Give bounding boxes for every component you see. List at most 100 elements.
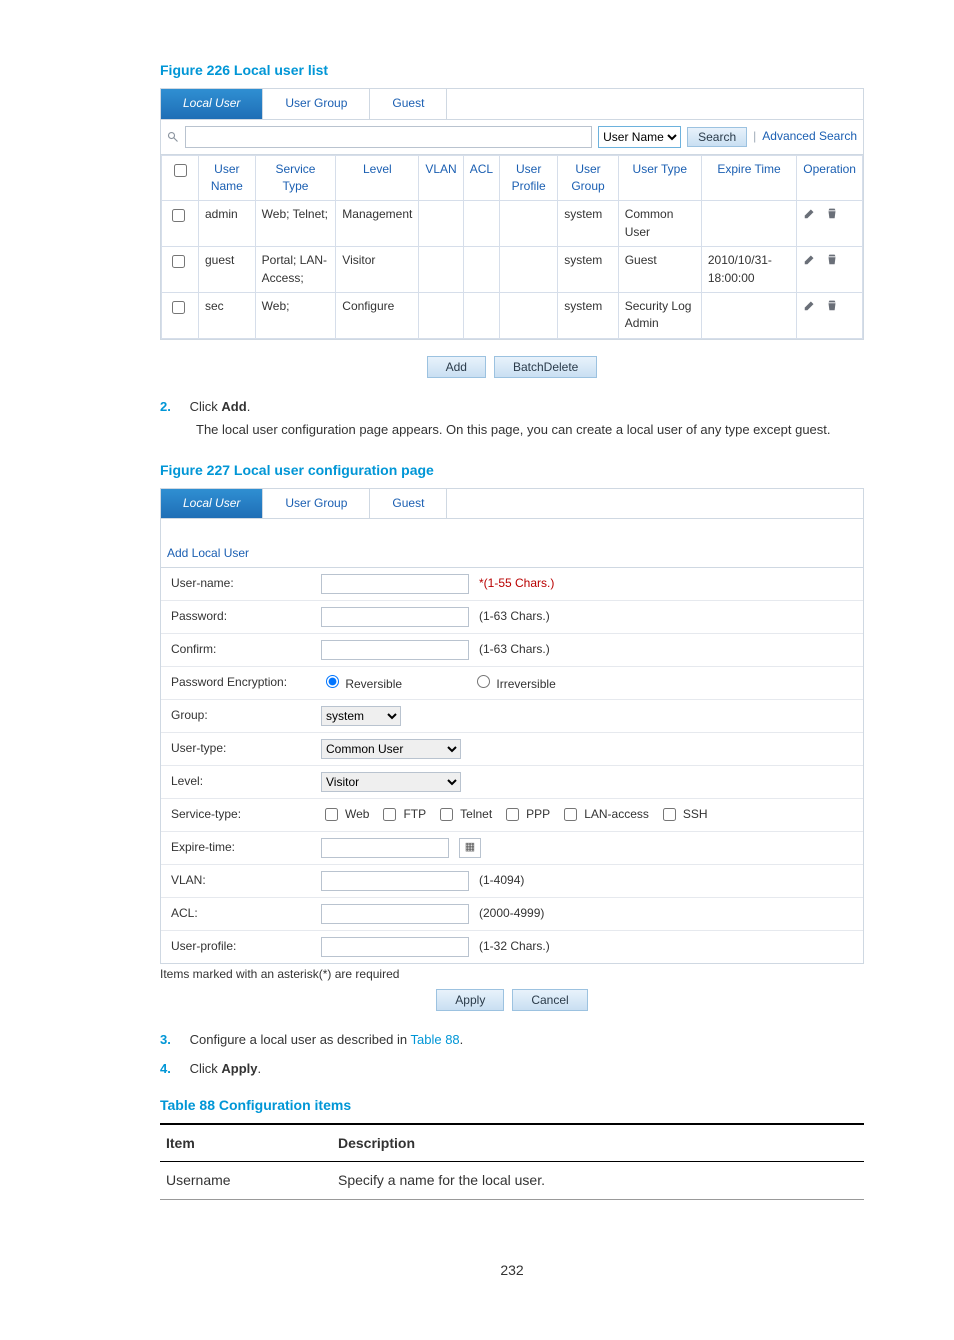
cell-expire (701, 201, 796, 247)
add-button[interactable]: Add (427, 356, 486, 378)
tab-user-group[interactable]: User Group (263, 89, 370, 118)
tab-local-user[interactable]: Local User (161, 89, 263, 118)
svc-ftp-text: FTP (403, 806, 426, 823)
figure-227-caption: Figure 227 Local user configuration page (160, 460, 864, 480)
batch-delete-button[interactable]: BatchDelete (494, 356, 597, 378)
table-88-caption: Table 88 Configuration items (160, 1095, 864, 1115)
cell-level: Configure (336, 293, 419, 339)
cell-group: system (558, 201, 618, 247)
service-web[interactable]: Web (321, 805, 369, 824)
cell-service: Portal; LAN-Access; (255, 247, 336, 293)
irreversible-text: Irreversible (496, 677, 555, 691)
expire-label: Expire-time: (171, 839, 321, 856)
advanced-search-link[interactable]: Advanced Search (762, 128, 857, 145)
confirm-hint: (1-63 Chars.) (479, 641, 550, 658)
config-items-table: Item Description Username Specify a name… (160, 1123, 864, 1200)
cell-operation (797, 247, 863, 293)
expire-input[interactable] (321, 838, 449, 858)
th-acl: ACL (463, 155, 499, 201)
service-ssh[interactable]: SSH (659, 805, 708, 824)
confirm-input[interactable] (321, 640, 469, 660)
level-label: Level: (171, 773, 321, 790)
trash-icon[interactable] (825, 298, 839, 312)
step-3: 3. Configure a local user as described i… (160, 1031, 864, 1050)
username-label: User-name: (171, 575, 321, 592)
usertype-select[interactable]: Common User (321, 739, 461, 759)
step-2-desc: The local user configuration page appear… (196, 421, 864, 440)
irreversible-option[interactable]: Irreversible (472, 672, 556, 693)
th-level: Level (336, 155, 419, 201)
step-4-number: 4. (160, 1060, 186, 1079)
tab-guest[interactable]: Guest (370, 489, 447, 518)
svc-ppp-text: PPP (526, 806, 550, 823)
th-user-type: User Type (618, 155, 701, 201)
divider: | (753, 128, 756, 145)
trash-icon[interactable] (825, 206, 839, 220)
servicetype-label: Service-type: (171, 806, 321, 823)
cell-profile (500, 293, 558, 339)
service-ftp[interactable]: FTP (379, 805, 426, 824)
trash-icon[interactable] (825, 252, 839, 266)
tab-local-user[interactable]: Local User (161, 489, 263, 518)
vlan-hint: (1-4094) (479, 872, 524, 889)
row-checkbox[interactable] (172, 255, 185, 268)
acl-input[interactable] (321, 904, 469, 924)
search-field-select[interactable]: User Name (598, 126, 681, 148)
th-user-profile: User Profile (500, 155, 558, 201)
service-ppp[interactable]: PPP (502, 805, 550, 824)
cell-group: system (558, 293, 618, 339)
cell-profile (500, 247, 558, 293)
cell-utype: Guest (618, 247, 701, 293)
username-hint: *(1-55 Chars.) (479, 575, 554, 592)
service-lan[interactable]: LAN-access (560, 805, 649, 824)
tab-bar-2: Local User User Group Guest (161, 489, 863, 519)
th-service-type: Service Type (255, 155, 336, 201)
cell-service: Web; (255, 293, 336, 339)
step-2-text-b: Add (221, 399, 246, 414)
cell-vlan (419, 201, 463, 247)
search-input[interactable] (185, 126, 592, 148)
add-local-user-heading: Add Local User (161, 537, 863, 567)
level-select[interactable]: Visitor (321, 772, 461, 792)
group-select[interactable]: system (321, 706, 401, 726)
step-4-text-c: . (258, 1061, 262, 1076)
svc-lan-text: LAN-access (584, 806, 649, 823)
calendar-icon[interactable]: ▦ (459, 838, 481, 858)
select-all-checkbox[interactable] (174, 164, 187, 177)
row-checkbox[interactable] (172, 301, 185, 314)
vlan-input[interactable] (321, 871, 469, 891)
cell-acl (463, 293, 499, 339)
cell-level: Management (336, 201, 419, 247)
row-checkbox[interactable] (172, 209, 185, 222)
button-row: Add BatchDelete (160, 356, 864, 378)
encryption-label: Password Encryption: (171, 674, 321, 691)
profile-label: User-profile: (171, 938, 321, 955)
search-button[interactable]: Search (687, 127, 747, 147)
service-telnet[interactable]: Telnet (436, 805, 492, 824)
edit-icon[interactable] (803, 298, 817, 312)
cell-username: sec (199, 293, 256, 339)
cell-expire: 2010/10/31-18:00:00 (701, 247, 796, 293)
password-input[interactable] (321, 607, 469, 627)
tab-guest[interactable]: Guest (370, 89, 447, 118)
apply-button[interactable]: Apply (436, 989, 504, 1011)
cell-username: admin (199, 201, 256, 247)
svc-web-text: Web (345, 806, 369, 823)
page-number: 232 (160, 1260, 864, 1280)
local-user-list-screenshot: Local User User Group Guest User Name Se… (160, 88, 864, 340)
th-item: Item (160, 1124, 332, 1162)
vlan-label: VLAN: (171, 872, 321, 889)
edit-icon[interactable] (803, 252, 817, 266)
reversible-option[interactable]: Reversible (321, 672, 402, 693)
table-88-link[interactable]: Table 88 (411, 1032, 460, 1047)
tab-user-group[interactable]: User Group (263, 489, 370, 518)
edit-icon[interactable] (803, 206, 817, 220)
apply-cancel-row: Apply Cancel (160, 989, 864, 1011)
profile-input[interactable] (321, 937, 469, 957)
local-user-config-screenshot: Local User User Group Guest Add Local Us… (160, 488, 864, 964)
step-4-text-a: Click (190, 1061, 222, 1076)
svc-ssh-text: SSH (683, 806, 708, 823)
username-input[interactable] (321, 574, 469, 594)
cancel-button[interactable]: Cancel (512, 989, 587, 1011)
step-2-text-c: . (247, 399, 251, 414)
